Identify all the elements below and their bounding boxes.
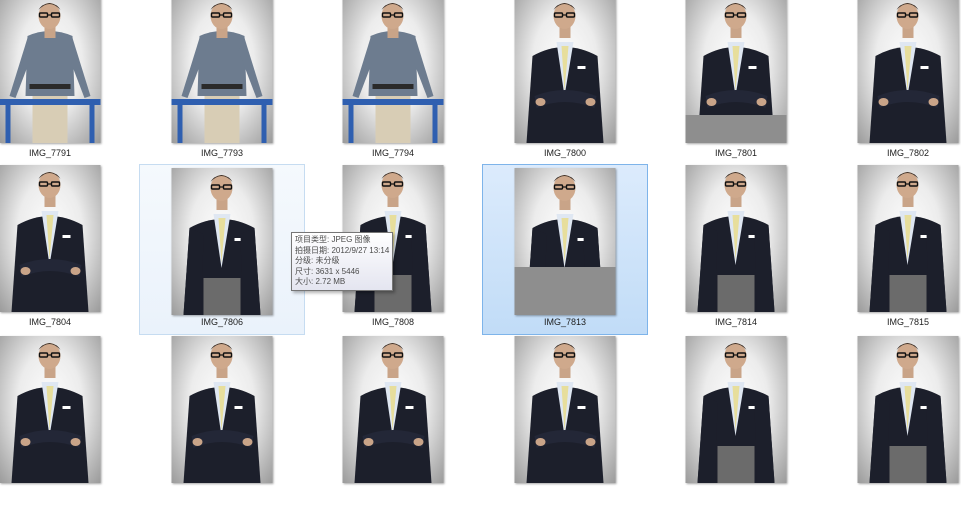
photo-thumbnail[interactable] (514, 168, 616, 315)
photo-thumbnail[interactable] (171, 336, 273, 483)
photo-thumbnail[interactable] (857, 336, 959, 483)
photo-thumbnail[interactable] (171, 0, 273, 143)
tooltip-rating: 分级: 未分级 (295, 256, 340, 265)
file-tile[interactable]: IMG_7804 (0, 164, 133, 335)
tooltip-dimensions: 尺寸: 3631 x 5446 (295, 266, 360, 276)
tooltip-size: 大小: 2.72 MB (295, 277, 346, 286)
photo-thumbnail[interactable] (342, 0, 444, 143)
photo-thumbnail[interactable] (514, 0, 616, 143)
file-name-label: IMG_7815 (886, 317, 930, 327)
photo-thumbnail[interactable] (0, 165, 101, 312)
file-tile[interactable]: IMG_7806 (139, 164, 305, 335)
file-name-label: IMG_7791 (28, 148, 72, 158)
file-tile[interactable]: IMG_7801 (653, 0, 819, 166)
file-tile[interactable]: IMG_7813 (482, 164, 648, 335)
photo-thumbnail[interactable] (685, 0, 787, 143)
photo-thumbnail[interactable] (0, 0, 101, 143)
file-name-label: IMG_7813 (543, 317, 587, 327)
thumbnail-grid: IMG_7791 IMG_7793 IMG_7794 IMG_7800 IMG_7801… (0, 0, 961, 483)
file-tile[interactable]: IMG_7815 (825, 164, 961, 335)
file-name-label: IMG_7794 (371, 148, 415, 158)
file-name-label: IMG_7793 (200, 148, 244, 158)
file-tile[interactable] (653, 335, 819, 506)
photo-thumbnail[interactable] (0, 336, 101, 483)
file-tile[interactable]: IMG_7814 (653, 164, 819, 335)
file-info-tooltip: 项目类型: JPEG 图像 拍摄日期: 2012/9/27 13:14 分级: … (291, 232, 393, 291)
tooltip-date-taken: 拍摄日期: 2012/9/27 13:14 (295, 245, 390, 255)
file-name-label: IMG_7808 (371, 317, 415, 327)
file-tile[interactable] (482, 335, 648, 506)
photo-thumbnail[interactable] (857, 165, 959, 312)
photo-thumbnail[interactable] (857, 0, 959, 143)
file-tile[interactable] (310, 335, 476, 506)
file-tile[interactable] (0, 335, 133, 506)
file-tile[interactable]: IMG_7802 (825, 0, 961, 166)
file-tile[interactable]: IMG_7800 (482, 0, 648, 166)
file-tile[interactable]: IMG_7794 (310, 0, 476, 166)
file-name-label: IMG_7801 (714, 148, 758, 158)
file-tile[interactable]: IMG_7791 (0, 0, 133, 166)
photo-thumbnail[interactable] (342, 336, 444, 483)
file-name-label: IMG_7802 (886, 148, 930, 158)
file-name-label: IMG_7814 (714, 317, 758, 327)
file-name-label: IMG_7804 (28, 317, 72, 327)
file-tile[interactable]: IMG_7793 (139, 0, 305, 166)
photo-thumbnail[interactable] (685, 336, 787, 483)
file-name-label: IMG_7806 (200, 317, 244, 327)
file-name-label: IMG_7800 (543, 148, 587, 158)
file-tile[interactable] (825, 335, 961, 506)
photo-thumbnail[interactable] (685, 165, 787, 312)
photo-thumbnail[interactable] (171, 168, 273, 315)
photo-thumbnail[interactable] (514, 336, 616, 483)
tooltip-type: 项目类型: JPEG 图像 (295, 235, 371, 244)
file-tile[interactable] (139, 335, 305, 506)
